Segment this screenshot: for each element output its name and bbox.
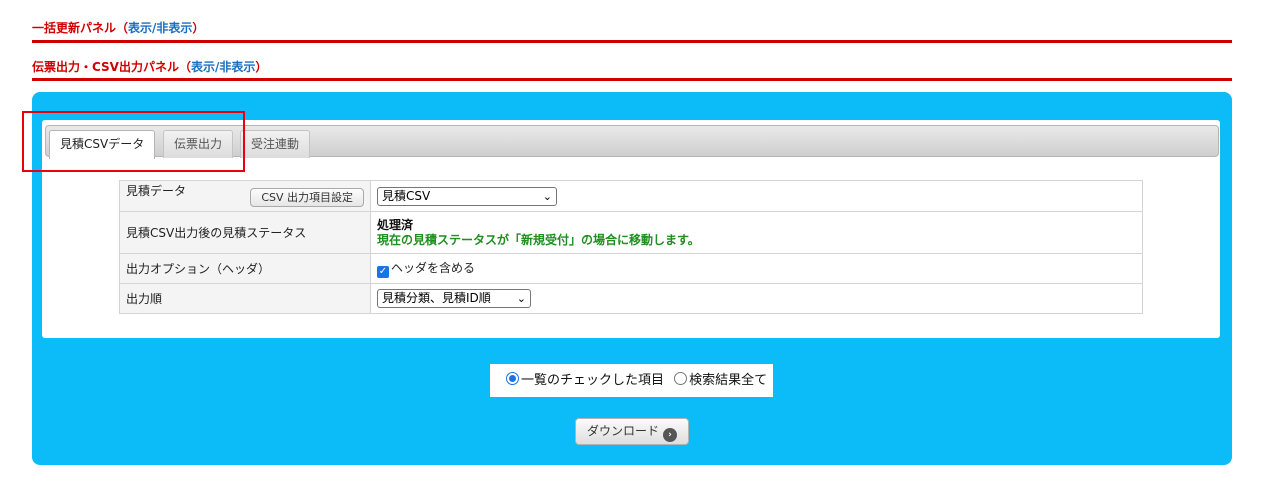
quote-data-select[interactable]: 見積CSV ⌄: [377, 186, 557, 206]
download-button[interactable]: ダウンロード ›: [575, 418, 689, 445]
tab-content-card: 見積CSVデータ 伝票出力 受注連動 見積データ CSV 出力項目設定 見積CS…: [42, 120, 1220, 338]
status-value: 処理済: [377, 217, 414, 232]
toggle-link[interactable]: 表示/非表示: [128, 21, 192, 35]
row-label: 見積CSV出力後の見積ステータス: [119, 211, 371, 254]
table-row: 見積CSV出力後の見積ステータス 処理済 現在の見積ステータスが「新規受付」の場…: [119, 211, 1143, 254]
row-label-cell: 見積データ CSV 出力項目設定: [119, 180, 371, 212]
table-row: 見積データ CSV 出力項目設定 見積CSV ⌄: [119, 180, 1143, 212]
download-label: ダウンロード: [586, 424, 659, 438]
row-label: 出力順: [119, 283, 371, 314]
tab-slip-output[interactable]: 伝票出力: [163, 130, 234, 158]
row-value-cell: 見積CSV ⌄: [370, 180, 1143, 212]
toggle-link[interactable]: 表示/非表示: [191, 60, 255, 74]
include-header-checkbox[interactable]: ✓: [377, 266, 389, 278]
tab-order-link[interactable]: 受注連動: [240, 130, 311, 158]
table-row: 出力オプション（ヘッダ） ✓ ヘッダを含める: [119, 253, 1143, 284]
panel-title: 伝票出力・CSV出力パネル: [32, 60, 179, 74]
csv-output-panel: 見積CSVデータ 伝票出力 受注連動 見積データ CSV 出力項目設定 見積CS…: [32, 92, 1232, 465]
row-label: 見積データ: [126, 184, 187, 198]
radio-label: 検索結果全て: [689, 373, 768, 388]
table-row: 出力順 見積分類、見積ID順 ⌄: [119, 283, 1143, 314]
export-scope-group: 一覧のチェックした項目 検索結果全て: [490, 364, 773, 397]
row-value-cell: ✓ ヘッダを含める: [370, 253, 1143, 284]
radio-checked-items[interactable]: [506, 372, 519, 385]
settings-table: 見積データ CSV 出力項目設定 見積CSV ⌄ 見積CSV出力後の見積ステータス…: [119, 180, 1143, 314]
output-order-select[interactable]: 見積分類、見積ID順 ⌄: [377, 289, 531, 308]
chevron-down-icon: ⌄: [516, 292, 526, 305]
status-note: 現在の見積ステータスが「新規受付」の場合に移動します。: [377, 232, 700, 247]
row-label: 出力オプション（ヘッダ）: [119, 253, 371, 284]
tab-quote-csv[interactable]: 見積CSVデータ: [49, 130, 156, 159]
radio-all-results[interactable]: [674, 372, 688, 385]
tab-bar: 見積CSVデータ 伝票出力 受注連動: [45, 125, 1219, 159]
csv-field-settings-button[interactable]: CSV 出力項目設定: [250, 188, 364, 207]
panel-divider: [32, 40, 1232, 43]
radio-label: 一覧のチェックした項目: [521, 373, 665, 388]
panel-divider: [32, 78, 1232, 81]
arrow-right-icon: ›: [663, 428, 677, 442]
row-value-cell: 見積分類、見積ID順 ⌄: [370, 283, 1143, 314]
slip-csv-panel-header: 伝票出力・CSV出力パネル（表示/非表示）: [32, 60, 268, 74]
chevron-down-icon: ⌄: [542, 189, 552, 203]
row-value-cell: 処理済 現在の見積ステータスが「新規受付」の場合に移動します。: [370, 211, 1143, 254]
panel-title: 一括更新パネル: [32, 21, 117, 35]
checkbox-label: ヘッダを含める: [391, 261, 476, 275]
bulk-update-panel-header: 一括更新パネル（表示/非表示）: [32, 21, 205, 35]
